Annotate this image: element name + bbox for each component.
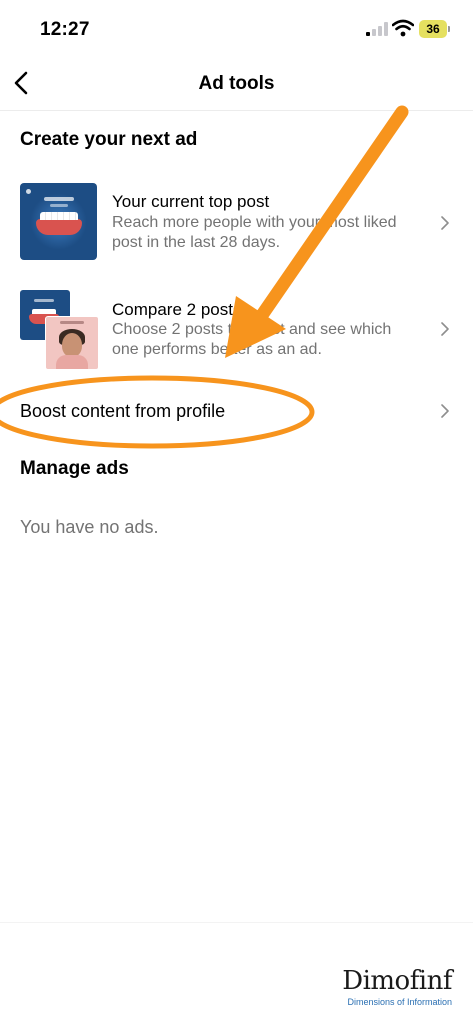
no-ads-text: You have no ads. bbox=[20, 517, 159, 537]
watermark-tagline: Dimensions of Information bbox=[347, 997, 452, 1007]
annotation-overlay bbox=[0, 105, 409, 449]
section-title-create: Create your next ad bbox=[20, 129, 198, 150]
watermark: Dimofinf Dimensions of Information bbox=[332, 966, 452, 1010]
cellular-signal-icon bbox=[366, 22, 388, 36]
status-time: 12:27 bbox=[40, 19, 90, 40]
compare-posts-title: Compare 2 posts bbox=[112, 300, 242, 319]
chevron-right-icon bbox=[441, 216, 449, 230]
battery-tip bbox=[448, 26, 450, 32]
compare-posts-subtitle: Choose 2 posts to boost and see which on… bbox=[112, 321, 392, 358]
top-post-row[interactable]: Your current top post Reach more people … bbox=[0, 180, 473, 264]
bottom-divider bbox=[0, 922, 473, 923]
boost-content-row[interactable]: Boost content from profile bbox=[0, 388, 473, 434]
watermark-logo: Dimofinf bbox=[342, 966, 452, 996]
top-post-title: Your current top post bbox=[112, 192, 270, 211]
section-title-manage: Manage ads bbox=[20, 458, 129, 479]
chevron-right-icon bbox=[441, 404, 449, 418]
boost-content-label: Boost content from profile bbox=[20, 401, 226, 421]
battery-icon: 36 bbox=[419, 20, 447, 38]
compare-thumbnail-2 bbox=[45, 316, 99, 370]
compare-posts-row[interactable]: Compare 2 posts Choose 2 posts to boost … bbox=[0, 288, 473, 372]
top-post-subtitle: Reach more people with your most liked p… bbox=[112, 214, 397, 251]
page-title: Ad tools bbox=[198, 73, 275, 94]
status-bar: 12:27 36 bbox=[0, 0, 473, 56]
chevron-right-icon bbox=[441, 322, 449, 336]
top-post-thumbnail bbox=[20, 183, 97, 260]
nav-bar: Ad tools bbox=[0, 56, 473, 111]
wifi-icon bbox=[392, 19, 414, 37]
